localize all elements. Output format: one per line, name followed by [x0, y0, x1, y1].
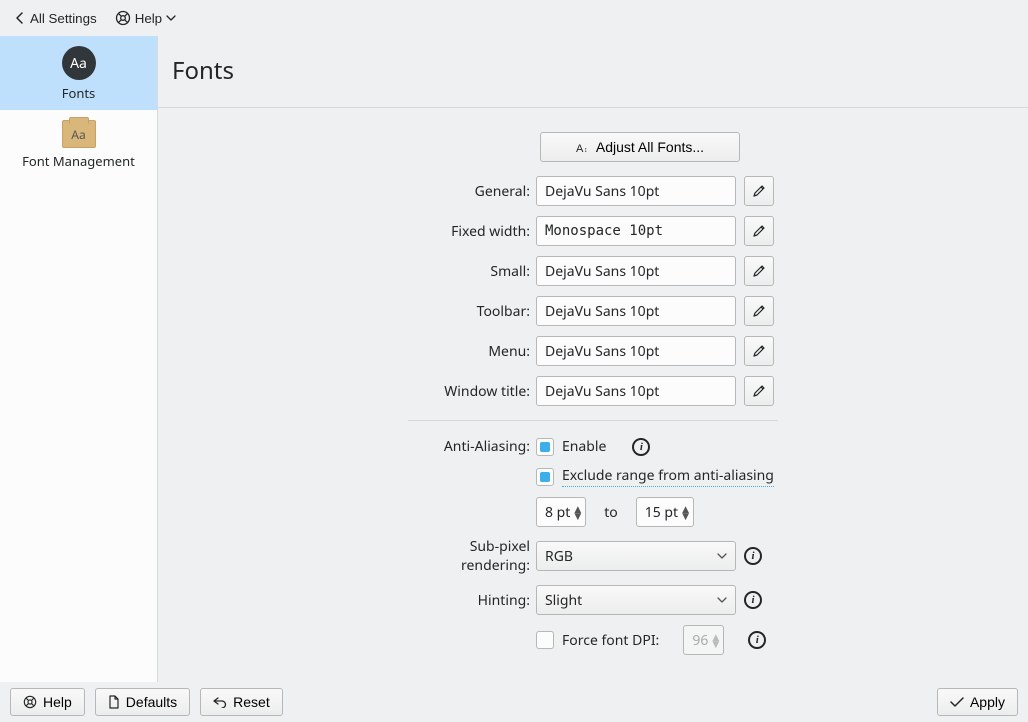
choose-font-button[interactable]	[744, 216, 774, 246]
info-icon[interactable]: i	[744, 547, 762, 565]
fonts-icon: Aa	[62, 46, 96, 80]
dpi-value: 96	[692, 631, 708, 650]
aa-from-value: 8 pt	[545, 503, 570, 522]
font-management-icon: Aa	[62, 120, 96, 148]
back-all-settings-button[interactable]: All Settings	[8, 4, 103, 32]
choose-font-button[interactable]	[744, 256, 774, 286]
font-field[interactable]: Monospace 10pt	[536, 216, 736, 246]
aa-to-label: to	[604, 503, 618, 522]
help-menu-button[interactable]: Help	[109, 4, 182, 32]
font-field[interactable]: DejaVu Sans 10pt	[536, 296, 736, 326]
undo-icon	[213, 696, 227, 708]
subpixel-value: RGB	[545, 547, 573, 566]
font-field[interactable]: DejaVu Sans 10pt	[536, 336, 736, 366]
font-row-label: Small:	[408, 262, 536, 281]
help-label: Help	[135, 11, 162, 26]
font-row-label: Window title:	[408, 382, 536, 401]
font-row-label: Fixed width:	[408, 222, 536, 241]
sidebar-item-font-management[interactable]: Aa Font Management	[0, 110, 157, 178]
font-field[interactable]: DejaVu Sans 10pt	[536, 256, 736, 286]
aa-enable-checkbox[interactable]: Enable	[536, 437, 606, 456]
defaults-label: Defaults	[126, 694, 177, 710]
spin-buttons-icon: ▲▼	[712, 633, 719, 647]
force-dpi-label: Force font DPI:	[562, 631, 659, 650]
all-settings-label: All Settings	[30, 11, 97, 26]
apply-button[interactable]: Apply	[937, 688, 1018, 716]
help-lifebuoy-icon	[23, 695, 37, 709]
aa-exclude-label: Exclude range from anti-aliasing	[562, 466, 774, 487]
info-icon[interactable]: i	[744, 591, 762, 609]
page-title: Fonts	[158, 36, 1028, 108]
spin-buttons-icon: ▲▼	[682, 505, 689, 519]
aa-to-spinbox[interactable]: 15 pt ▲▼	[636, 497, 694, 527]
defaults-button[interactable]: Defaults	[95, 688, 190, 716]
top-toolbar: All Settings Help	[0, 0, 1028, 36]
hinting-value: Slight	[545, 591, 582, 610]
aa-exclude-checkbox[interactable]: Exclude range from anti-aliasing	[536, 466, 774, 487]
svg-text:A: A	[576, 143, 584, 154]
choose-font-button[interactable]	[744, 176, 774, 206]
choose-font-button[interactable]	[744, 376, 774, 406]
separator	[408, 420, 778, 421]
apply-label: Apply	[970, 694, 1005, 710]
aa-from-spinbox[interactable]: 8 pt ▲▼	[536, 497, 586, 527]
sidebar-item-fonts[interactable]: Aa Fonts	[0, 36, 157, 110]
help-lifebuoy-icon	[115, 10, 131, 26]
footer: Help Defaults Reset Apply	[0, 682, 1028, 722]
main-content: Fonts A↕ Adjust All Fonts... General:Dej…	[158, 36, 1028, 682]
document-icon	[108, 695, 120, 709]
sidebar: Aa Fonts Aa Font Management	[0, 36, 158, 682]
sidebar-item-label: Fonts	[62, 84, 96, 102]
subpixel-select[interactable]: RGB	[536, 541, 736, 571]
reset-button[interactable]: Reset	[200, 688, 283, 716]
choose-font-button[interactable]	[744, 336, 774, 366]
check-icon	[950, 696, 964, 708]
force-dpi-checkbox[interactable]: Force font DPI:	[536, 631, 659, 650]
subpixel-label: Sub-pixel rendering:	[408, 537, 536, 575]
reset-label: Reset	[233, 694, 270, 710]
adjust-all-fonts-button[interactable]: A↕ Adjust All Fonts...	[540, 132, 740, 162]
checkbox-checked-icon	[536, 438, 554, 456]
footer-help-button[interactable]: Help	[10, 688, 85, 716]
info-icon[interactable]: i	[632, 438, 650, 456]
spin-buttons-icon: ▲▼	[574, 505, 581, 519]
chevron-left-icon	[14, 12, 26, 24]
footer-help-label: Help	[43, 694, 72, 710]
dpi-spinbox: 96 ▲▼	[683, 625, 724, 655]
svg-text:↕: ↕	[584, 147, 588, 154]
sidebar-item-label: Font Management	[22, 152, 135, 170]
font-row-label: General:	[408, 182, 536, 201]
info-icon[interactable]: i	[748, 631, 766, 649]
checkbox-unchecked-icon	[536, 631, 554, 649]
body: Aa Fonts Aa Font Management Fonts A↕ Adj…	[0, 36, 1028, 682]
choose-font-button[interactable]	[744, 296, 774, 326]
chevron-down-icon	[166, 13, 176, 23]
checkbox-checked-icon	[536, 468, 554, 486]
pencil-icon	[752, 344, 766, 358]
aa-to-value: 15 pt	[645, 503, 678, 522]
pencil-icon	[752, 384, 766, 398]
pencil-icon	[752, 224, 766, 238]
font-size-icon: A↕	[576, 141, 590, 154]
pencil-icon	[752, 264, 766, 278]
hinting-select[interactable]: Slight	[536, 585, 736, 615]
pencil-icon	[752, 184, 766, 198]
hinting-label: Hinting:	[408, 591, 536, 610]
font-field[interactable]: DejaVu Sans 10pt	[536, 176, 736, 206]
font-row-label: Toolbar:	[408, 302, 536, 321]
chevron-down-icon	[717, 595, 727, 605]
font-field[interactable]: DejaVu Sans 10pt	[536, 376, 736, 406]
chevron-down-icon	[717, 551, 727, 561]
adjust-all-label: Adjust All Fonts...	[596, 139, 704, 155]
aa-enable-label: Enable	[562, 437, 606, 456]
pencil-icon	[752, 304, 766, 318]
anti-aliasing-label: Anti-Aliasing:	[408, 437, 536, 456]
font-row-label: Menu:	[408, 342, 536, 361]
fonts-form: A↕ Adjust All Fonts... General:DejaVu Sa…	[408, 132, 778, 655]
